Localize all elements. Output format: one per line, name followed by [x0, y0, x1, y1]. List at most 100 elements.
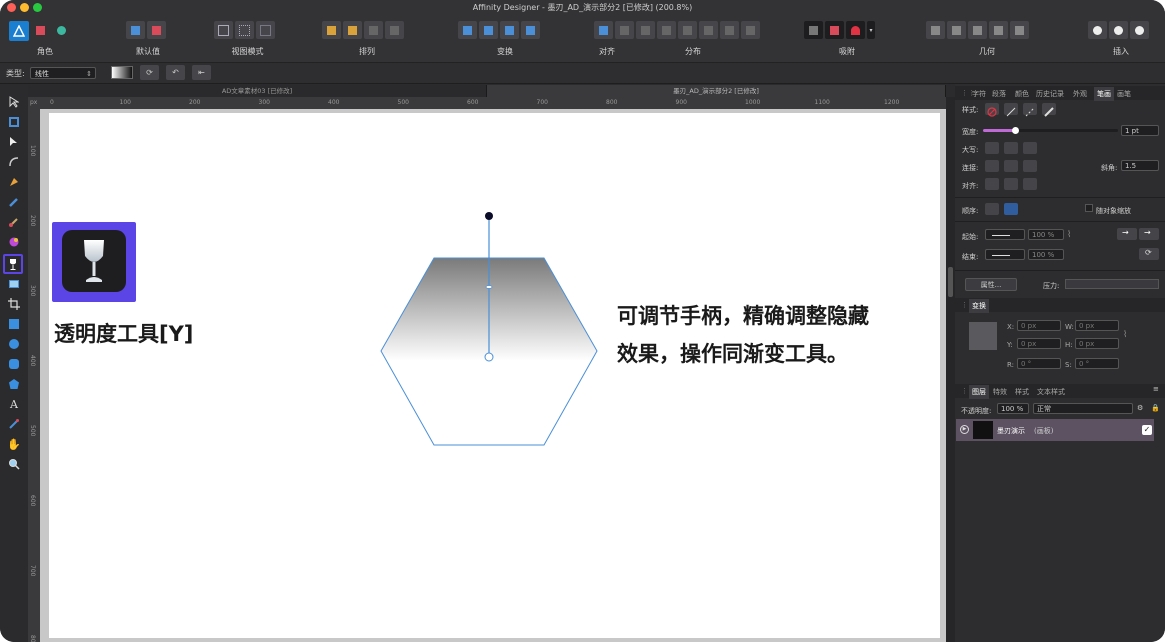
tab-brushes[interactable]: 画笔: [1117, 89, 1131, 99]
arrow-end-scale[interactable]: 100 %: [1028, 249, 1064, 260]
w-input[interactable]: 0 px: [1075, 320, 1119, 331]
scrollbar-thumb[interactable]: [948, 267, 953, 297]
cap-butt-button[interactable]: [985, 142, 999, 154]
gradient-swatch[interactable]: [111, 66, 133, 79]
handle-end-node[interactable]: [484, 352, 494, 362]
arrow-start-select[interactable]: [985, 229, 1025, 240]
reverse-gradient-button[interactable]: ⟳: [140, 65, 159, 80]
export-persona-button[interactable]: [52, 21, 71, 39]
stroke-front-button[interactable]: [1004, 203, 1018, 215]
anchor-selector[interactable]: [969, 322, 997, 350]
tab-color[interactable]: 颜色: [1015, 89, 1029, 99]
snapping-mode-button[interactable]: [825, 21, 844, 39]
tab-styles[interactable]: 样式: [1015, 387, 1029, 397]
join-bevel-button[interactable]: [1023, 160, 1037, 172]
flip-vertical-button[interactable]: [479, 21, 498, 39]
geometry-divide-button[interactable]: [1010, 21, 1029, 39]
snapping-dropdown-button[interactable]: ▾: [867, 21, 875, 39]
tab-effects[interactable]: 特效: [993, 387, 1007, 397]
handle-midpoint[interactable]: [485, 285, 493, 289]
opacity-input[interactable]: 100 %: [997, 403, 1029, 414]
swap-arrows-button[interactable]: ⟳: [1139, 248, 1159, 260]
zoom-tool[interactable]: [6, 456, 22, 472]
join-miter-button[interactable]: [985, 160, 999, 172]
text-tool[interactable]: A: [6, 396, 22, 412]
link-icon[interactable]: ⌇: [1067, 230, 1071, 240]
view-tool[interactable]: ✋: [6, 436, 22, 452]
tab-appearance[interactable]: 外观: [1073, 89, 1087, 99]
align-right-button[interactable]: [636, 21, 655, 39]
lock-icon[interactable]: 🔒: [1151, 404, 1160, 412]
move-tool[interactable]: [6, 94, 22, 110]
width-slider[interactable]: [983, 127, 1118, 134]
arrange-front-button[interactable]: [385, 21, 404, 39]
distribute-3-button[interactable]: [699, 21, 718, 39]
tab-paragraph[interactable]: 段落: [992, 89, 1006, 99]
arrow-end-select[interactable]: [985, 249, 1025, 260]
rotate-gradient-button[interactable]: ↶: [166, 65, 185, 80]
cap-square-button[interactable]: [1023, 142, 1037, 154]
place-image-tool[interactable]: [6, 276, 22, 292]
pencil-tool[interactable]: [6, 194, 22, 210]
arrange-back-button[interactable]: [322, 21, 341, 39]
rectangle-tool[interactable]: [6, 316, 22, 332]
properties-button[interactable]: 属性...: [965, 278, 1017, 291]
insert-inside-button[interactable]: [1088, 21, 1107, 39]
insert-front-button[interactable]: [1130, 21, 1149, 39]
width-input[interactable]: 1 pt: [1121, 125, 1159, 136]
tab-history[interactable]: 历史记录: [1036, 89, 1064, 99]
geometry-subtract-button[interactable]: [947, 21, 966, 39]
tab-character[interactable]: 字符: [972, 89, 986, 99]
doc-tab-2[interactable]: 墨刃_AD_演示部分2 [已修改]: [487, 85, 946, 97]
stroke-behind-button[interactable]: [985, 203, 999, 215]
align-inside-stroke-button[interactable]: [1004, 178, 1018, 190]
scale-with-object-checkbox[interactable]: [1085, 204, 1093, 212]
tab-layers[interactable]: 图层: [969, 385, 989, 399]
node-tool[interactable]: [6, 134, 22, 150]
arrow-start-scale[interactable]: 100 %: [1028, 229, 1064, 240]
join-round-button[interactable]: [1004, 160, 1018, 172]
stroke-brush-button[interactable]: [1042, 103, 1056, 117]
flip-horizontal-button[interactable]: [458, 21, 477, 39]
arrange-forward-button[interactable]: [364, 21, 383, 39]
stroke-none-button[interactable]: [985, 103, 999, 117]
width-slider-thumb[interactable]: [1012, 127, 1019, 134]
fit-gradient-button[interactable]: ⇤: [192, 65, 211, 80]
blend-mode-select[interactable]: 正常: [1033, 403, 1133, 414]
distribute-5-button[interactable]: [741, 21, 760, 39]
gear-icon[interactable]: ⚙: [1137, 404, 1143, 412]
pen-tool[interactable]: [6, 174, 22, 190]
panel-menu-icon[interactable]: ≡: [1153, 385, 1159, 393]
corner-tool[interactable]: [6, 154, 22, 170]
align-outside-stroke-button[interactable]: [1023, 178, 1037, 190]
arrange-backward-button[interactable]: [343, 21, 362, 39]
snapping-toggle-button[interactable]: [846, 21, 865, 39]
crop-tool[interactable]: [6, 296, 22, 312]
expand-layer-icon[interactable]: ▶: [960, 425, 969, 434]
geometry-intersect-button[interactable]: [968, 21, 987, 39]
pressure-curve-field[interactable]: [1065, 279, 1159, 289]
rounded-rectangle-tool[interactable]: [6, 356, 22, 372]
rotate-left-button[interactable]: [500, 21, 519, 39]
align-left-button[interactable]: [594, 21, 613, 39]
revert-defaults-button[interactable]: [147, 21, 166, 39]
snapping-options-button[interactable]: [804, 21, 823, 39]
stroke-dashed-button[interactable]: [1023, 103, 1037, 117]
y-input[interactable]: 0 px: [1017, 338, 1061, 349]
transparency-handle[interactable]: [478, 205, 500, 365]
handle-start-node[interactable]: [485, 212, 493, 220]
geometry-add-button[interactable]: [926, 21, 945, 39]
view-mode-2-button[interactable]: [235, 21, 254, 39]
rotate-right-button[interactable]: [521, 21, 540, 39]
designer-persona-button[interactable]: [9, 21, 29, 41]
doc-tab-1[interactable]: AD文章素材03 [已修改]: [28, 85, 487, 97]
fill-tool[interactable]: [6, 234, 22, 250]
distribute-1-button[interactable]: [657, 21, 676, 39]
transparency-tool[interactable]: [3, 254, 23, 274]
sync-defaults-button[interactable]: [126, 21, 145, 39]
artboard-tool[interactable]: [6, 114, 22, 130]
arrow-direction-a-button[interactable]: →: [1117, 228, 1137, 240]
insert-behind-button[interactable]: [1109, 21, 1128, 39]
color-picker-tool[interactable]: [6, 416, 22, 432]
pixel-persona-button[interactable]: [31, 21, 50, 39]
